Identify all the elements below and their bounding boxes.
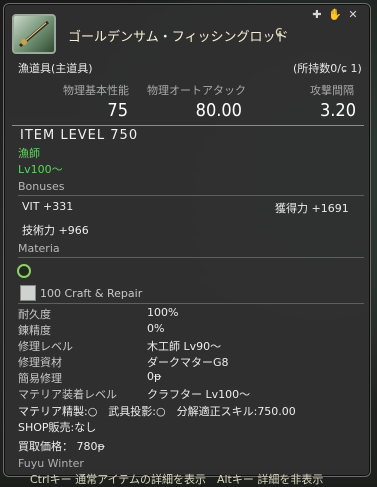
stat-value-auto-attack: 80.00 (195, 100, 242, 121)
detail-label: 錬精度 (18, 324, 51, 337)
stat-value-physical: 75 (107, 100, 128, 121)
fishing-rod-icon (12, 14, 56, 54)
pin-icon[interactable]: ✚ (310, 8, 324, 22)
detail-label: 簡易修理 (18, 372, 62, 385)
flags-line: マテリア精製:○ 武具投影:○ 分解適正スキル:750.00 (18, 405, 296, 418)
close-icon[interactable]: ✕ (346, 8, 360, 22)
job-name: 漁師 (18, 147, 40, 160)
item-name: ゴールデンサム・フィッシングロッド (68, 30, 289, 45)
item-tooltip: ゴールデンサム・フィッシングロッド ɕ ✚ ✋ ✕ 漁道具(主道具) (所持数0… (3, 3, 371, 477)
detail-label: マテリア装着レベル (18, 388, 117, 401)
divider (18, 257, 364, 258)
shop-line: SHOP販売:なし (18, 421, 97, 434)
detail-value: クラフター Lv100〜 (147, 388, 251, 401)
detail-value: 木工師 Lv90〜 (147, 340, 222, 353)
stat-value-delay: 3.20 (319, 100, 356, 121)
keyboard-hint: Ctrlキー 通常アイテムの詳細を表示 Altキー 詳細を非表示 (30, 473, 324, 486)
divider (12, 125, 364, 126)
materia-slot-icon[interactable] (17, 264, 31, 278)
detail-label: 修理レベル (18, 340, 73, 353)
detail-value: 0ᵽ (147, 370, 162, 383)
craft-repair-title: 100 Craft & Repair (40, 287, 143, 300)
hammer-icon (20, 285, 36, 301)
detail-label: 修理資材 (18, 356, 62, 369)
hand-icon[interactable]: ✋ (328, 8, 342, 22)
crafter-name: Fuyu Winter (18, 457, 84, 470)
bonuses-title: Bonuses (18, 180, 65, 193)
divider (18, 195, 364, 196)
stat-header-delay: 攻撃間隔 (310, 84, 354, 97)
job-level: Lv100〜 (18, 163, 63, 176)
item-category: 漁道具(主道具) (18, 62, 93, 75)
item-level: ITEM LEVEL 750 (20, 128, 139, 143)
detail-label: 耐久度 (18, 308, 51, 321)
detail-value: 100% (147, 306, 179, 319)
collectable-icon: ɕ (275, 24, 283, 40)
divider (18, 303, 364, 304)
stat-header-auto-attack: 物理オートアタック (147, 84, 246, 97)
bonus-tech: 技術力 +966 (22, 224, 89, 237)
stat-header-physical: 物理基本性能 (63, 84, 129, 97)
bonus-gathering: 獲得力 +1691 (275, 202, 349, 215)
owned-count: (所持数0/ɕ 1) (293, 62, 362, 75)
detail-value: ダークマターG8 (147, 356, 229, 369)
bonus-vit: VIT +331 (22, 200, 74, 213)
materia-title: Materia (18, 242, 60, 255)
purchase-price: 買取価格： 780ᵽ (18, 440, 105, 453)
detail-value: 0% (147, 322, 165, 335)
